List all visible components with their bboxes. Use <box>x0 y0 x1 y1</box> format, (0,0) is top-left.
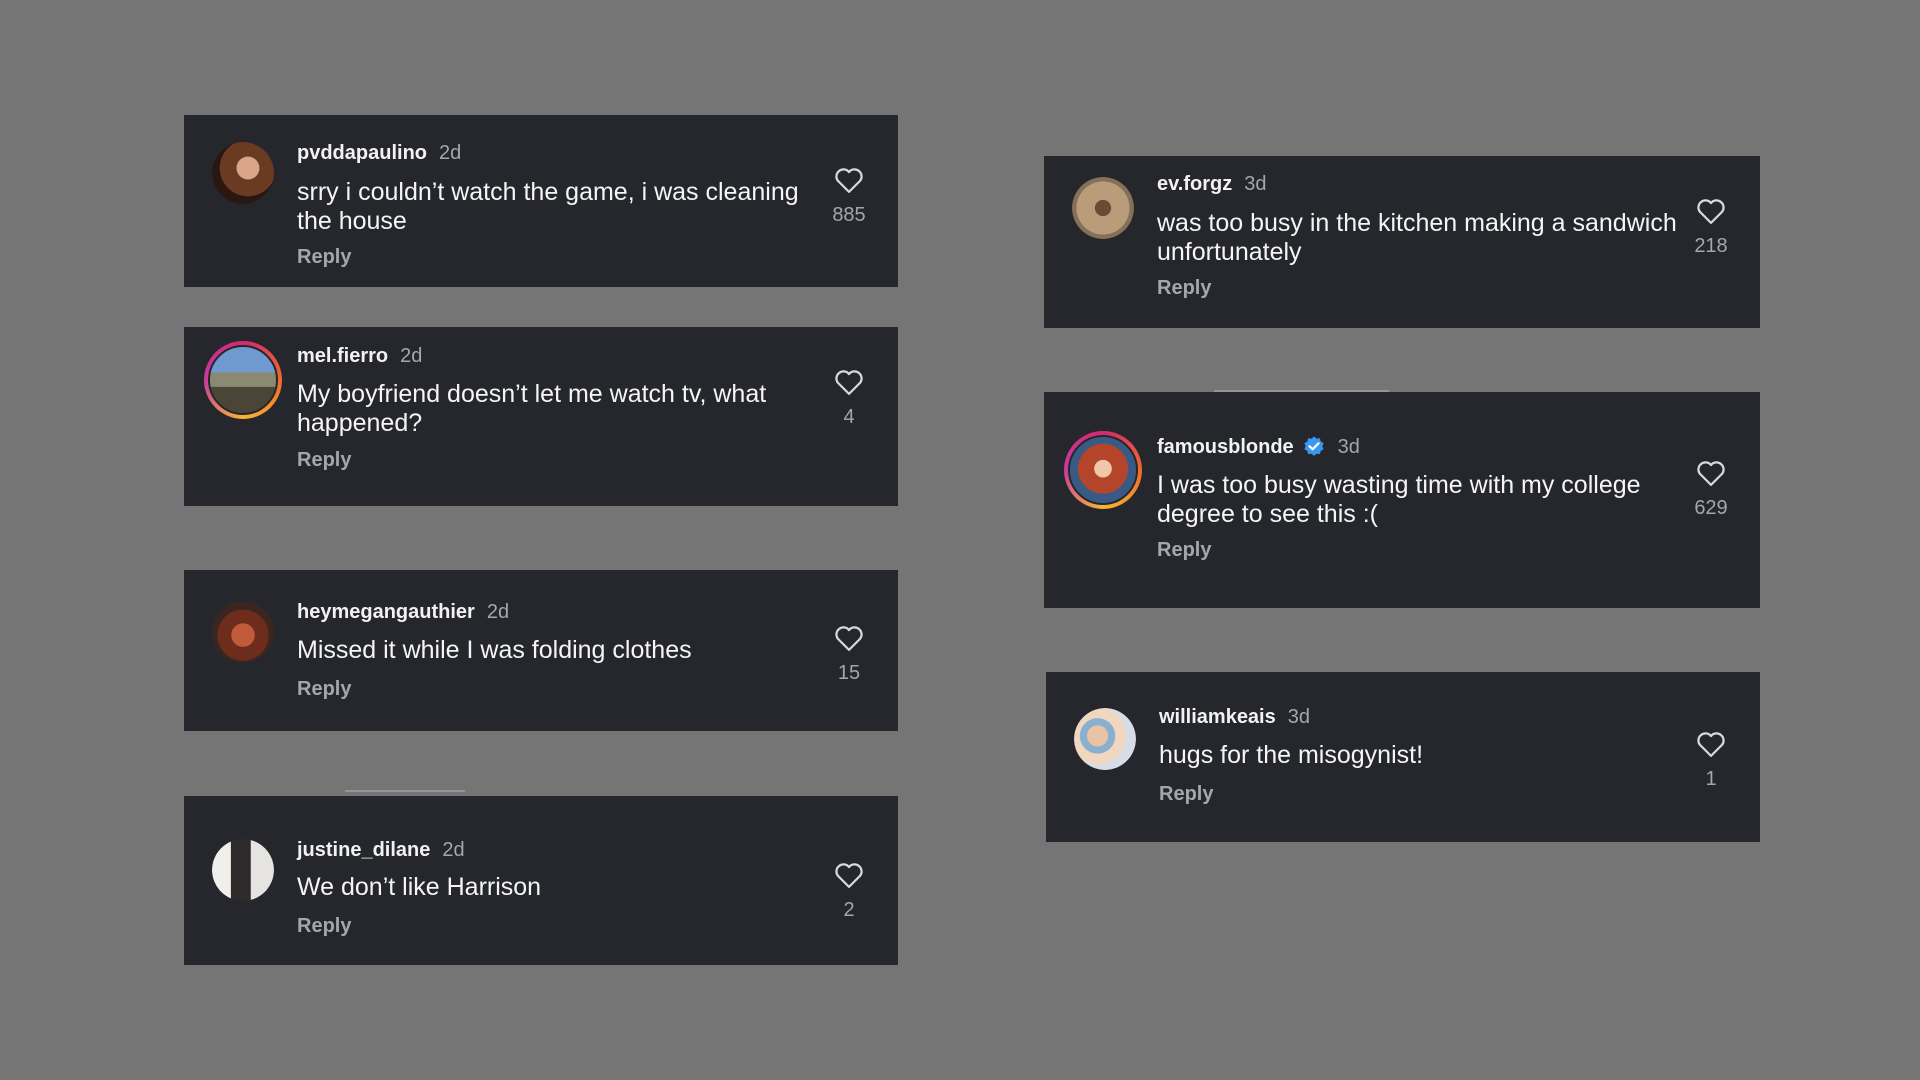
comment-text: My boyfriend doesn’t let me watch tv, wh… <box>297 380 767 437</box>
reply-button[interactable]: Reply <box>297 245 351 269</box>
comment-text: I was too busy wasting time with my coll… <box>1157 471 1641 528</box>
like-count: 1 <box>1705 768 1717 790</box>
timestamp: 3d <box>1337 436 1360 458</box>
like-count: 4 <box>843 406 855 428</box>
heart-outline-icon[interactable] <box>1696 197 1726 225</box>
avatar[interactable] <box>212 142 274 204</box>
comment-card: williamkeais 3d hugs for the misogynist!… <box>1046 672 1760 842</box>
avatar[interactable] <box>212 839 274 901</box>
comment-card: pvddapaulino 2d srry i couldn’t watch th… <box>184 115 898 287</box>
reply-button[interactable]: Reply <box>297 914 351 938</box>
timestamp: 2d <box>486 601 510 623</box>
username[interactable]: justine_dilane <box>297 838 430 862</box>
avatar[interactable] <box>204 341 282 419</box>
avatar[interactable] <box>1072 177 1134 239</box>
username[interactable]: mel.fierro <box>297 344 388 368</box>
comment-text: was too busy in the kitchen making a san… <box>1157 209 1677 266</box>
reply-button[interactable]: Reply <box>297 448 351 472</box>
comment-text: hugs for the misogynist! <box>1159 741 1424 769</box>
verified-badge-icon <box>1304 436 1324 456</box>
reply-button[interactable]: Reply <box>1159 782 1213 806</box>
username[interactable]: famousblonde <box>1157 435 1294 459</box>
like-count: 885 <box>832 204 866 226</box>
comment-card: heymegangauthier 2d Missed it while I wa… <box>184 570 898 731</box>
like-count: 15 <box>837 662 861 684</box>
comment-card: ev.forgz 3d was too busy in the kitchen … <box>1044 156 1760 328</box>
heart-outline-icon[interactable] <box>834 166 864 194</box>
avatar[interactable] <box>1074 708 1136 770</box>
timestamp: 2d <box>442 839 465 861</box>
like-count: 2 <box>843 899 855 921</box>
comment-card: mel.fierro 2d My boyfriend doesn’t let m… <box>184 327 898 506</box>
heart-outline-icon[interactable] <box>1696 459 1726 487</box>
reply-button[interactable]: Reply <box>1157 538 1211 562</box>
comment-card: famousblonde 3d I was too busy wasting t… <box>1044 392 1760 608</box>
heart-outline-icon[interactable] <box>834 624 864 652</box>
heart-outline-icon[interactable] <box>1696 730 1726 758</box>
heart-outline-icon[interactable] <box>834 368 864 396</box>
username[interactable]: williamkeais <box>1159 705 1276 729</box>
comment-text: srry i couldn’t watch the game, i was cl… <box>297 178 799 235</box>
username[interactable]: heymegangauthier <box>297 600 475 624</box>
comment-card: justine_dilane 2d We don’t like Harrison… <box>184 796 898 965</box>
timestamp: 2d <box>439 142 462 164</box>
heart-outline-icon[interactable] <box>834 861 864 889</box>
comment-text: We don’t like Harrison <box>297 873 542 901</box>
like-count: 218 <box>1694 235 1728 257</box>
reply-button[interactable]: Reply <box>1157 276 1211 300</box>
timestamp: 2d <box>400 345 423 367</box>
timestamp: 3d <box>1287 706 1310 728</box>
username[interactable]: pvddapaulino <box>297 141 427 165</box>
comment-text: Missed it while I was folding clothes <box>297 636 692 664</box>
reply-button[interactable]: Reply <box>297 677 351 701</box>
avatar[interactable] <box>1064 431 1142 509</box>
timestamp: 3d <box>1244 173 1267 195</box>
avatar[interactable] <box>212 601 274 663</box>
username[interactable]: ev.forgz <box>1157 172 1232 196</box>
like-count: 629 <box>1694 497 1728 519</box>
